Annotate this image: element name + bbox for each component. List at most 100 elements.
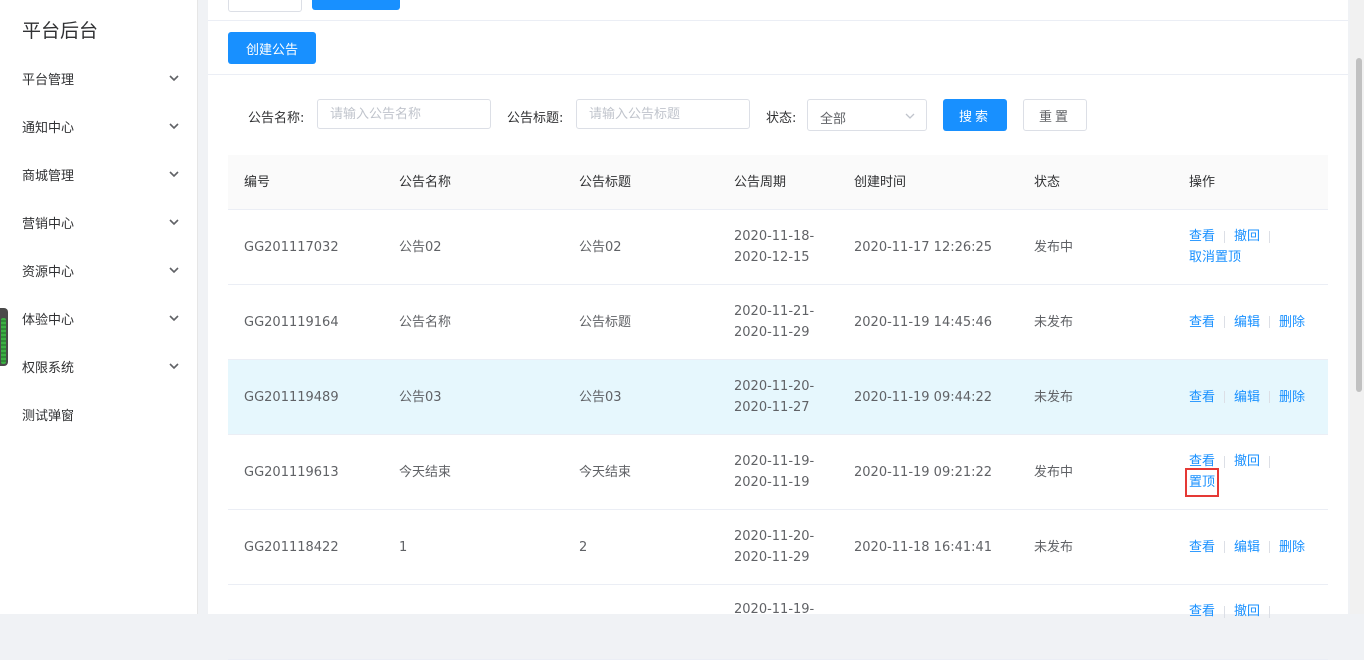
col-header-name: 公告名称 — [399, 174, 452, 190]
partial-top-button[interactable] — [228, 0, 302, 12]
sidebar-item-test-dialog[interactable]: 测试弹窗 — [0, 390, 197, 438]
view-link[interactable]: 查看 — [1189, 312, 1215, 333]
col-header-created: 创建时间 — [854, 174, 907, 190]
create-notice-button[interactable]: 创建公告 — [228, 32, 316, 64]
delete-link[interactable]: 删除 — [1279, 537, 1305, 558]
sidebar-item-platform[interactable]: 平台管理 — [0, 54, 197, 102]
cell-period: 2020-11-18- 2020-12-15 — [734, 210, 814, 284]
cell-period: 2020-11-20- 2020-11-29 — [734, 510, 814, 584]
withdraw-link[interactable]: 撤回 — [1234, 451, 1260, 472]
chevron-down-icon — [169, 123, 179, 130]
table-row: GG201119164 公告名称 公告标题 2020-11-21- 2020-1… — [228, 285, 1328, 360]
op-divider — [1224, 391, 1226, 403]
sidebar-item-label: 平台管理 — [22, 72, 75, 88]
table-row: GG201118422 1 2 2020-11-20- 2020-11-29 2… — [228, 510, 1328, 585]
cell-status: 发布中 — [1034, 464, 1074, 480]
delete-link[interactable]: 删除 — [1279, 387, 1305, 408]
op-divider — [1224, 605, 1226, 618]
cell-status: 发布中 — [1034, 239, 1074, 255]
cell-actions: 查看 编辑 删除 — [1189, 360, 1305, 434]
edit-link[interactable]: 编辑 — [1234, 537, 1260, 558]
sidebar-item-label: 体验中心 — [22, 312, 75, 328]
op-divider — [1269, 541, 1271, 553]
cell-created: 2020-11-18 16:41:41 — [854, 539, 993, 555]
edit-link[interactable]: 编辑 — [1234, 312, 1260, 333]
table-header: 编号 公告名称 公告标题 公告周期 创建时间 状态 操作 — [228, 155, 1328, 210]
cell-created: 2020-11-19 09:44:22 — [854, 389, 993, 405]
cell-title: 今天结束 — [579, 464, 632, 480]
period-start: 2020-11-19- — [734, 454, 815, 469]
notice-name-input[interactable] — [317, 99, 491, 129]
cell-period: 2020-11-21- 2020-11-29 — [734, 285, 814, 359]
cell-actions: 查看 撤回 取消置顶 — [1189, 210, 1279, 284]
view-link[interactable]: 查看 — [1189, 601, 1215, 622]
sidebar-item-notify[interactable]: 通知中心 — [0, 102, 197, 150]
cell-period: 2020-11-19- — [734, 585, 814, 620]
chevron-down-icon — [169, 315, 179, 322]
withdraw-link[interactable]: 撤回 — [1234, 601, 1260, 622]
op-divider — [1224, 230, 1226, 243]
partial-top-primary-button[interactable] — [312, 0, 400, 10]
cell-id: GG201119164 — [244, 314, 339, 330]
pin-link[interactable]: 置顶 — [1184, 468, 1220, 497]
toolbar: 创建公告 — [208, 0, 1348, 75]
op-divider — [1269, 316, 1271, 328]
period-start: 2020-11-19- — [734, 602, 815, 617]
chevron-down-icon — [169, 219, 179, 226]
edit-link[interactable]: 编辑 — [1234, 387, 1260, 408]
cell-created: 2020-11-19 09:21:22 — [854, 464, 993, 480]
cell-actions: 查看 撤回 — [1189, 585, 1279, 622]
toolbar-divider — [208, 20, 1348, 21]
period-start: 2020-11-20- — [734, 529, 815, 544]
view-link[interactable]: 查看 — [1189, 537, 1215, 558]
view-link[interactable]: 查看 — [1189, 451, 1215, 472]
op-divider — [1269, 230, 1271, 243]
sidebar-item-experience[interactable]: 体验中心 — [0, 294, 197, 342]
cell-id: GG201119489 — [244, 389, 339, 405]
side-drag-handle[interactable] — [0, 308, 8, 366]
reset-button[interactable]: 重置 — [1023, 99, 1087, 131]
cell-status: 未发布 — [1034, 539, 1074, 555]
delete-link[interactable]: 删除 — [1279, 312, 1305, 333]
col-header-status: 状态 — [1034, 174, 1061, 190]
sidebar-item-resource[interactable]: 资源中心 — [0, 246, 197, 294]
status-select-value: 全部 — [820, 112, 847, 127]
cell-id: GG201118422 — [244, 539, 339, 555]
unpin-link[interactable]: 取消置顶 — [1189, 247, 1241, 268]
cell-name: 今天结束 — [399, 464, 452, 480]
period-end: 2020-11-27 — [734, 400, 810, 415]
notice-title-input[interactable] — [576, 99, 750, 129]
cell-actions: 查看 编辑 删除 — [1189, 510, 1305, 584]
chevron-down-icon — [169, 267, 179, 274]
sidebar-item-permission[interactable]: 权限系统 — [0, 342, 197, 390]
period-start: 2020-11-18- — [734, 229, 815, 244]
sidebar-item-label: 通知中心 — [22, 120, 75, 136]
chevron-down-icon — [169, 171, 179, 178]
chevron-down-icon — [905, 113, 915, 119]
view-link[interactable]: 查看 — [1189, 226, 1215, 247]
search-button[interactable]: 搜索 — [943, 99, 1007, 131]
cell-actions: 查看 撤回 置顶 — [1184, 435, 1279, 509]
status-select[interactable]: 全部 — [807, 99, 927, 131]
cell-status: 未发布 — [1034, 314, 1074, 330]
sidebar-item-label: 资源中心 — [22, 264, 75, 280]
brand-title: 平台后台 — [22, 20, 99, 42]
handle-grip — [1, 318, 6, 364]
cell-title: 2 — [579, 539, 588, 555]
sidebar-item-mall[interactable]: 商城管理 — [0, 150, 197, 198]
scrollbar-thumb[interactable] — [1356, 58, 1362, 392]
sidebar-item-label: 营销中心 — [22, 216, 75, 232]
withdraw-link[interactable]: 撤回 — [1234, 226, 1260, 247]
cell-name: 1 — [399, 539, 408, 555]
period-end: 2020-11-19 — [734, 475, 810, 490]
chevron-down-icon — [169, 363, 179, 370]
sidebar-item-marketing[interactable]: 营销中心 — [0, 198, 197, 246]
cell-id: GG201119613 — [244, 464, 339, 480]
col-header-id: 编号 — [244, 174, 271, 190]
period-end: 2020-12-15 — [734, 250, 810, 265]
view-link[interactable]: 查看 — [1189, 387, 1215, 408]
op-divider — [1224, 316, 1226, 328]
cell-title: 公告标题 — [579, 314, 632, 330]
chevron-down-icon — [169, 75, 179, 82]
col-header-title: 公告标题 — [579, 174, 632, 190]
